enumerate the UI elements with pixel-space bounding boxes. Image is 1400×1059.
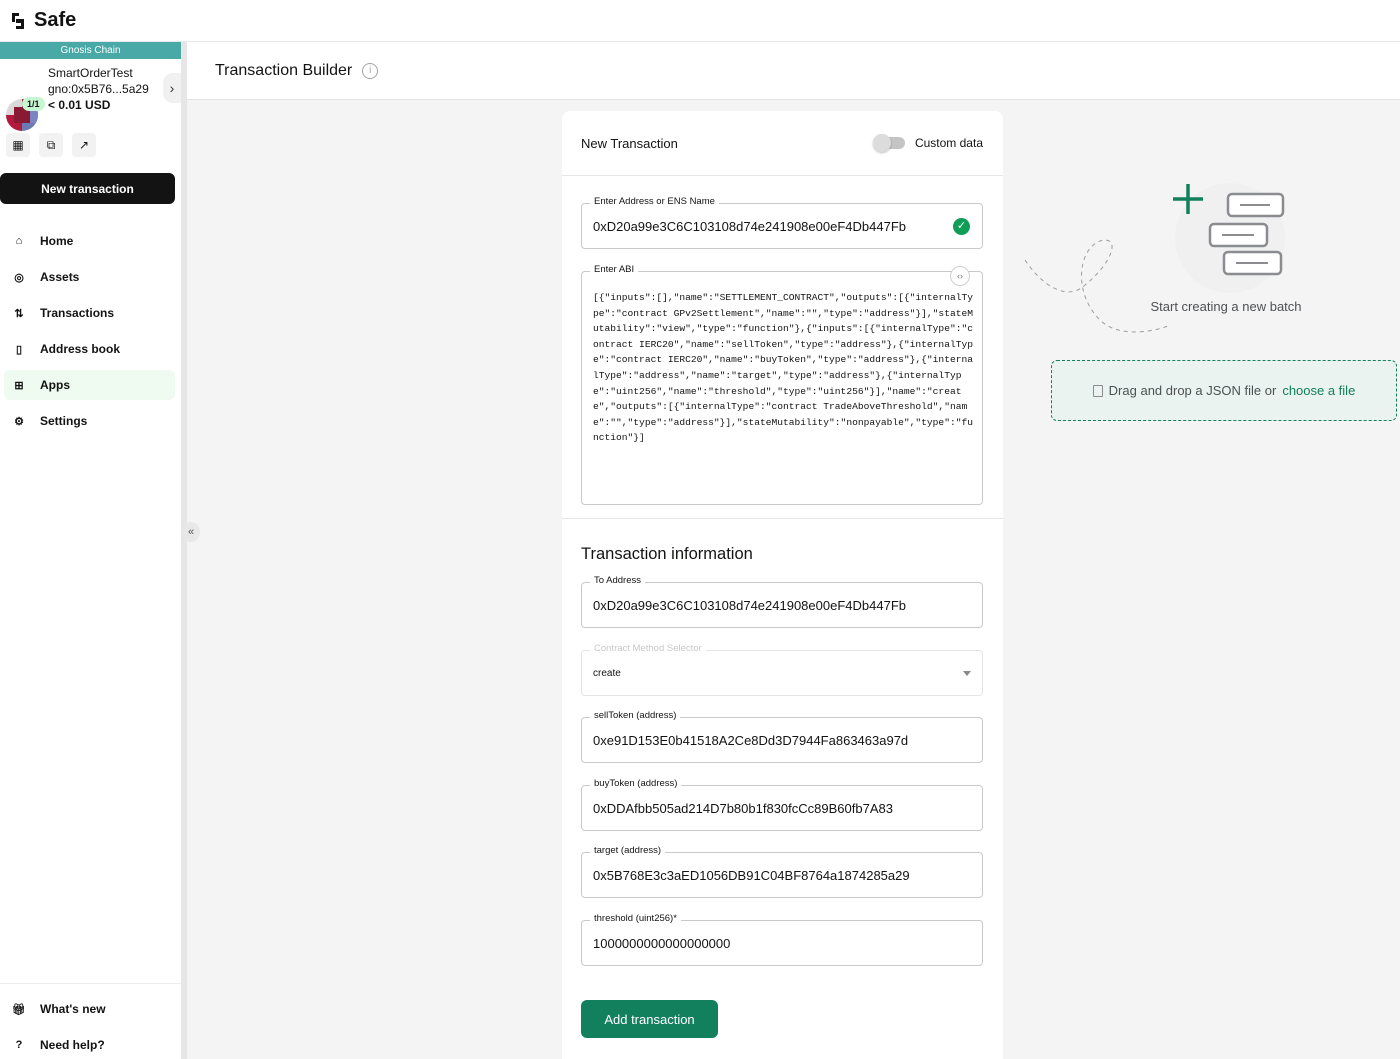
batch-caption: Start creating a new batch (1150, 299, 1302, 314)
sidebar-item-label: Address book (40, 342, 121, 356)
sidebar: Gnosis Chain 1/1 SmartOrderTest gno:0x5B… (0, 42, 181, 1059)
transactions-icon: ⇅ (14, 307, 24, 320)
sidebar-item-label: Transactions (40, 306, 115, 320)
safe-info[interactable]: 1/1 SmartOrderTest gno:0x5B76...5a29 < 0… (0, 59, 181, 133)
buy-token-value: 0xDDAfbb505ad214D7b80b1f830fcCc89B60fb7A… (593, 800, 893, 816)
apps-icon: ⊞ (14, 379, 24, 392)
safe-logo-icon (12, 12, 24, 29)
card-title: New Transaction (581, 135, 678, 151)
section-divider (562, 518, 1003, 519)
assets-icon: ◎ (14, 271, 24, 284)
collapse-sidebar-icon[interactable]: « (182, 522, 200, 542)
card-header: New Transaction Custom data (562, 111, 1003, 176)
file-icon (1092, 384, 1103, 397)
safe-actions: ▦ ⧉ ↗ (0, 133, 181, 163)
custom-data-label: Custom data (914, 136, 983, 150)
safe-name: SmartOrderTest (48, 66, 133, 80)
dropzone-text: Drag and drop a JSON file or (1108, 383, 1277, 398)
sell-token-value: 0xe91D153E0b41518A2Ce8Dd3D7944Fa863463a9… (593, 732, 909, 748)
logo-text: Safe (34, 9, 77, 31)
chain-indicator: Gnosis Chain (0, 42, 181, 59)
home-icon: ⌂ (15, 235, 23, 247)
external-link-icon[interactable]: ↗ (72, 133, 96, 157)
sidebar-bottom: 🎁︎ What's new ? Need help? (0, 983, 181, 1059)
threshold-badge: 1/1 (22, 97, 45, 111)
custom-data-toggle[interactable] (872, 134, 905, 152)
json-dropzone[interactable]: Drag and drop a JSON file or choose a fi… (1051, 360, 1397, 421)
address-book-icon: ▯ (15, 343, 23, 356)
threshold-field[interactable]: threshold (uint256)* 1000000000000000000 (581, 913, 983, 966)
sidebar-item-label: Assets (40, 270, 80, 284)
gift-icon: 🎁︎ (12, 1003, 26, 1016)
sidebar-item-need-help[interactable]: ? Need help? (4, 1030, 175, 1059)
to-address-field[interactable]: To Address 0xD20a99e3C6C103108d74e241908… (581, 575, 983, 628)
sidebar-item-whats-new[interactable]: 🎁︎ What's new (4, 994, 175, 1024)
sidebar-nav: ⌂ Home ◎ Assets ⇅ Transactions ▯ Address… (0, 226, 181, 436)
settings-icon: ⚙ (14, 415, 24, 428)
safe-address: gno:0x5B76...5a29 (48, 82, 149, 96)
sidebar-item-apps[interactable]: ⊞ Apps (4, 370, 175, 400)
chevron-right-icon[interactable]: › (163, 73, 181, 103)
section-title: Transaction information (581, 545, 753, 563)
sidebar-item-label: Home (40, 234, 74, 248)
sidebar-item-assets[interactable]: ◎ Assets (4, 262, 175, 292)
info-icon[interactable]: i (362, 62, 379, 79)
abi-field[interactable]: Enter ABI ‹› [{"inputs":[],"name":"SETTL… (581, 264, 983, 505)
abi-field-label: Enter ABI (590, 264, 639, 275)
sidebar-item-label: Apps (40, 378, 70, 392)
sidebar-item-label: What's new (40, 1002, 106, 1016)
to-address-value: 0xD20a99e3C6C103108d74e241908e00eF4Db447… (593, 597, 906, 613)
address-field[interactable]: Enter Address or ENS Name 0xD20a99e3C6C1… (581, 196, 983, 249)
batch-illustration (1024, 183, 1285, 333)
top-bar: Safe (0, 0, 1400, 42)
target-value: 0x5B768E3c3aED1056DB91C04BF8764a1874285a… (593, 867, 910, 883)
transaction-card: New Transaction Custom data Enter Addres… (562, 111, 1003, 1059)
safe-balance: < 0.01 USD (48, 98, 111, 112)
chevron-down-icon (963, 671, 971, 676)
sell-token-field[interactable]: sellToken (address) 0xe91D153E0b41518A2C… (581, 710, 983, 763)
abi-field-value: [{"inputs":[],"name":"SETTLEMENT_CONTRAC… (593, 292, 973, 444)
sidebar-item-address-book[interactable]: ▯ Address book (4, 334, 175, 364)
qr-code-icon[interactable]: ▦ (6, 133, 30, 157)
safe-logo[interactable]: Safe (10, 9, 76, 32)
page-header: Transaction Builder i (187, 42, 1400, 100)
code-icon[interactable]: ‹› (950, 266, 970, 286)
sidebar-item-transactions[interactable]: ⇅ Transactions (4, 298, 175, 328)
copy-icon[interactable]: ⧉ (39, 133, 63, 157)
target-field[interactable]: target (address) 0x5B768E3c3aED1056DB91C… (581, 845, 983, 898)
check-circle-icon: ✓ (953, 218, 970, 235)
sidebar-item-label: Settings (40, 414, 88, 428)
sidebar-item-home[interactable]: ⌂ Home (4, 226, 175, 256)
sidebar-divider (181, 42, 187, 1059)
choose-file-link[interactable]: choose a file (1282, 383, 1355, 398)
page-title: Transaction Builder (215, 61, 353, 79)
sidebar-item-label: Need help? (40, 1038, 105, 1052)
new-transaction-button[interactable]: New transaction (0, 173, 175, 204)
add-transaction-button[interactable]: Add transaction (581, 1000, 718, 1038)
sidebar-item-settings[interactable]: ⚙ Settings (4, 406, 175, 436)
address-field-value: 0xD20a99e3C6C103108d74e241908e00eF4Db447… (593, 218, 906, 234)
custom-data-toggle-wrap: Custom data (872, 134, 983, 152)
buy-token-field[interactable]: buyToken (address) 0xDDAfbb505ad214D7b80… (581, 778, 983, 831)
help-icon: ? (15, 1039, 23, 1051)
threshold-value: 1000000000000000000 (593, 935, 731, 951)
method-selector[interactable]: Contract Method Selector create (581, 643, 983, 696)
method-selector-value: create (593, 667, 621, 679)
